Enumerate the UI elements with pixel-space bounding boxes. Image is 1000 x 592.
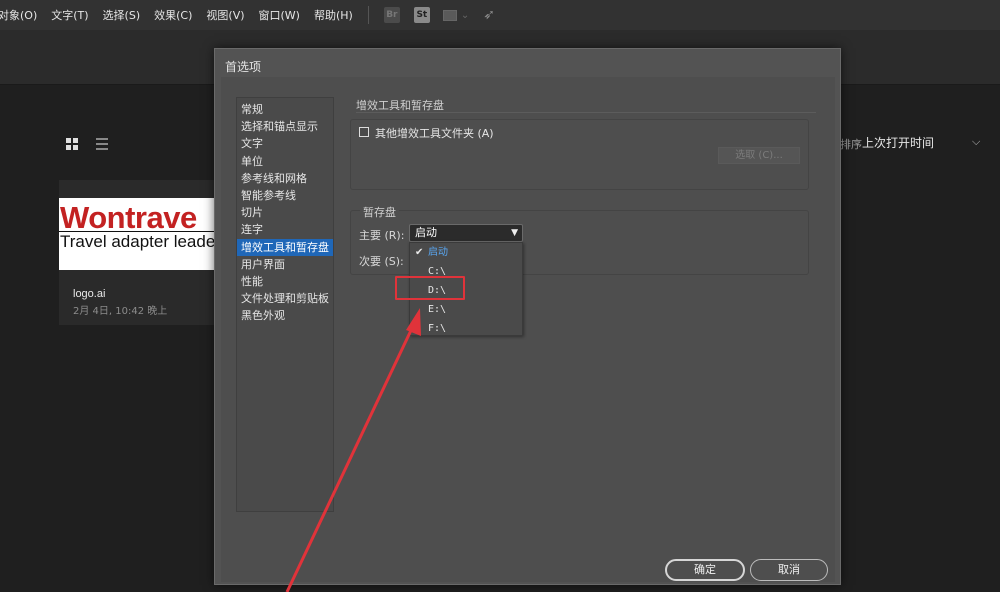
list-view-icon[interactable] — [96, 138, 108, 150]
additional-plugins-checkbox[interactable] — [359, 127, 369, 137]
file-name[interactable]: logo.ai — [73, 288, 105, 300]
grid-view-icon[interactable] — [66, 138, 78, 150]
plugins-panel: 其他增效工具文件夹 (A) 选取 (C)... — [350, 119, 809, 190]
primary-label: 主要 (R): — [359, 229, 405, 242]
file-thumbnail: Wontrave Travel adapter leade — [59, 198, 219, 270]
menu-bar: 对象(O) 文字(T) 选择(S) 效果(C) 视图(V) 窗口(W) 帮助(H… — [0, 0, 1000, 30]
scratch-disk-heading: 暂存盘 — [360, 204, 399, 220]
category-performance[interactable]: 性能 — [237, 273, 333, 290]
menu-help[interactable]: 帮助(H) — [307, 7, 360, 23]
chevron-down-icon: ⌄ — [460, 9, 470, 21]
primary-scratch-select[interactable]: 启动 ▼ — [409, 224, 523, 242]
arrange-documents-icon[interactable]: ⌄ — [442, 9, 470, 21]
category-type[interactable]: 文字 — [237, 135, 333, 152]
category-file-handling[interactable]: 文件处理和剪贴板 — [237, 290, 333, 307]
category-smart-guides[interactable]: 智能参考线 — [237, 187, 333, 204]
preferences-dialog: 首选项 常规 选择和锚点显示 文字 单位 参考线和网格 智能参考线 切片 连字 … — [214, 48, 841, 585]
primary-select-value: 启动 — [415, 226, 437, 239]
chevron-down-icon[interactable]: ⌵ — [972, 135, 982, 148]
bridge-icon[interactable]: Br — [383, 7, 400, 23]
menu-type[interactable]: 文字(T) — [44, 7, 95, 23]
category-black-appearance[interactable]: 黑色外观 — [237, 307, 333, 324]
category-user-interface[interactable]: 用户界面 — [237, 256, 333, 273]
menu-window[interactable]: 窗口(W) — [252, 7, 307, 23]
menu-view[interactable]: 视图(V) — [199, 7, 251, 23]
option-e-drive[interactable]: E:\ — [410, 300, 522, 319]
rocket-icon[interactable]: ➶ — [483, 7, 495, 23]
option-f-drive[interactable]: F:\ — [410, 319, 522, 338]
chevron-down-icon: ▼ — [511, 228, 518, 238]
menu-effect[interactable]: 效果(C) — [147, 7, 199, 23]
secondary-label: 次要 (S): — [359, 255, 404, 268]
menu-object[interactable]: 对象(O) — [0, 7, 44, 23]
additional-plugins-label[interactable]: 其他增效工具文件夹 (A) — [375, 125, 494, 141]
thumbnail-tagline: Travel adapter leade — [60, 232, 216, 251]
category-plugins-scratch[interactable]: 增效工具和暂存盘 — [237, 238, 333, 256]
checkmark-icon: ✔ — [415, 247, 424, 258]
category-slices[interactable]: 切片 — [237, 204, 333, 221]
choose-button: 选取 (C)... — [718, 147, 800, 164]
stock-icon[interactable]: St — [413, 7, 430, 23]
dialog-title: 首选项 — [225, 60, 262, 74]
category-units[interactable]: 单位 — [237, 153, 333, 170]
dialog-body: 常规 选择和锚点显示 文字 单位 参考线和网格 智能参考线 切片 连字 增效工具… — [221, 77, 835, 582]
category-selection-anchor[interactable]: 选择和锚点显示 — [237, 118, 333, 135]
plugins-section-heading: 增效工具和暂存盘 — [356, 99, 444, 112]
section-divider — [356, 112, 816, 113]
ok-button[interactable]: 确定 — [665, 559, 745, 581]
menu-divider — [367, 6, 369, 24]
category-general[interactable]: 常规 — [237, 101, 333, 118]
option-startup[interactable]: ✔ 启动 — [410, 243, 522, 262]
sort-dropdown[interactable]: 上次打开时间 — [862, 134, 934, 151]
file-date: 2月 4日, 10:42 晚上 — [73, 306, 168, 317]
category-guides-grid[interactable]: 参考线和网格 — [237, 170, 333, 187]
cancel-button[interactable]: 取消 — [750, 559, 828, 581]
annotation-highlight-box — [395, 276, 465, 300]
menu-select[interactable]: 选择(S) — [96, 7, 148, 23]
category-list: 常规 选择和锚点显示 文字 单位 参考线和网格 智能参考线 切片 连字 增效工具… — [236, 97, 334, 512]
category-hyphenation[interactable]: 连字 — [237, 221, 333, 238]
sort-label: 排序 — [840, 138, 862, 151]
